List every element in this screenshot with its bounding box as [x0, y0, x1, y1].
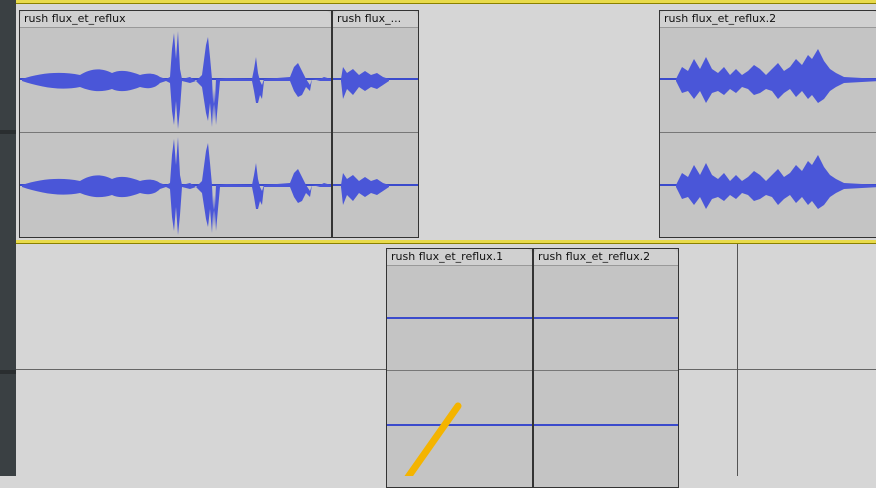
channel-separator	[333, 132, 418, 133]
clip-header[interactable]: rush flux_et_reflux.2	[660, 11, 876, 28]
audio-clip[interactable]: rush flux_et_reflux.2	[533, 248, 679, 488]
clip-label: rush flux_et_reflux	[24, 12, 126, 25]
clip-label: rush flux_et_reflux.2	[538, 250, 651, 263]
clip-label: rush flux_et_reflux.1	[391, 250, 504, 263]
clip-header[interactable]: rush flux_et_reflux.2	[534, 249, 678, 266]
clip-header[interactable]: rush flux_...	[333, 11, 418, 28]
waveform-left-channel	[20, 31, 331, 129]
waveform-right-channel	[333, 173, 418, 205]
channel-separator	[534, 370, 678, 371]
clip-label: rush flux_...	[337, 12, 402, 25]
clip-boundary-line	[737, 244, 738, 476]
audio-clip[interactable]: rush flux_...	[332, 10, 419, 238]
audio-track-1[interactable]: rush flux_et_reflux rush flux_... rush f…	[16, 4, 876, 242]
waveform-right-channel	[660, 155, 876, 209]
audio-clip[interactable]: rush flux_et_reflux	[19, 10, 332, 238]
clip-header[interactable]: rush flux_et_reflux	[20, 11, 331, 28]
clip-header[interactable]: rush flux_et_reflux.1	[387, 249, 532, 266]
silent-waveform-right	[534, 424, 678, 426]
strip-notch	[0, 370, 16, 374]
silent-waveform-right	[387, 424, 532, 426]
strip-notch	[0, 130, 16, 134]
channel-separator	[660, 132, 876, 133]
channel-separator	[387, 370, 532, 371]
audio-clip[interactable]: rush flux_et_reflux.2	[659, 10, 876, 238]
audio-track-2[interactable]: rush flux_et_reflux.1 rush flux_et_reflu…	[16, 244, 876, 488]
waveform-left-channel	[660, 49, 876, 103]
channel-separator	[20, 132, 331, 133]
silent-waveform-left	[387, 317, 532, 319]
waveform-right-channel	[20, 137, 331, 235]
clip-label: rush flux_et_reflux.2	[664, 12, 777, 25]
track-control-strip	[0, 0, 16, 476]
silent-waveform-left	[534, 317, 678, 319]
audio-clip[interactable]: rush flux_et_reflux.1	[386, 248, 533, 488]
waveform-left-channel	[333, 67, 418, 99]
